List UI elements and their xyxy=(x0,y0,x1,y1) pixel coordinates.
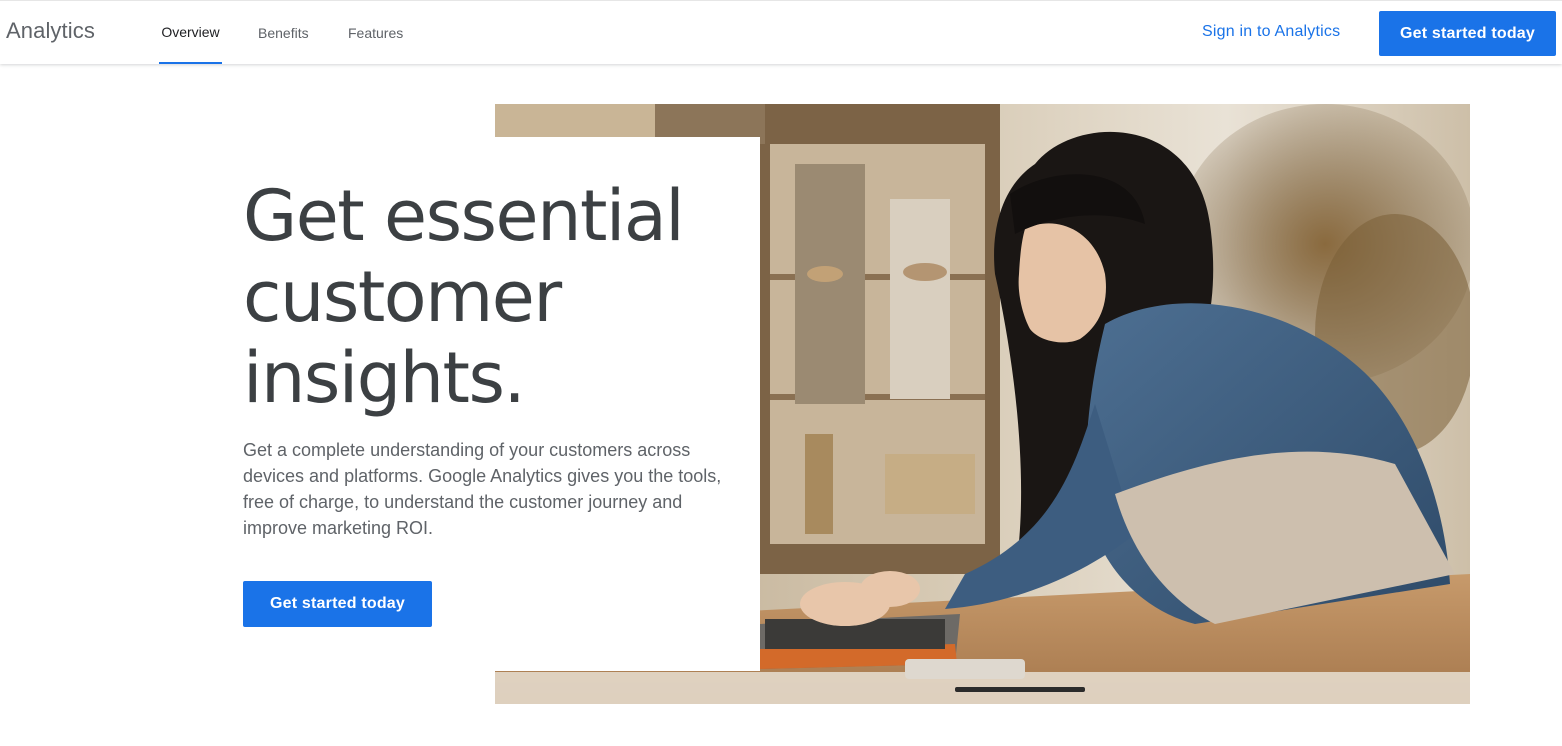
hero-description: Get a complete understanding of your cus… xyxy=(243,440,722,538)
get-started-button-hero[interactable]: Get started today xyxy=(243,581,432,627)
top-navigation-bar: Analytics Overview Benefits Features Sig… xyxy=(0,0,1562,64)
brand-logo-text[interactable]: Analytics xyxy=(6,18,95,44)
hero-headline: Get essential customer insights. xyxy=(243,175,685,419)
tab-overview[interactable]: Overview xyxy=(159,1,222,64)
tab-benefits[interactable]: Benefits xyxy=(258,1,309,64)
tab-features[interactable]: Features xyxy=(348,1,403,64)
get-started-button-header[interactable]: Get started today xyxy=(1379,11,1556,56)
sign-in-link[interactable]: Sign in to Analytics xyxy=(1202,23,1340,41)
